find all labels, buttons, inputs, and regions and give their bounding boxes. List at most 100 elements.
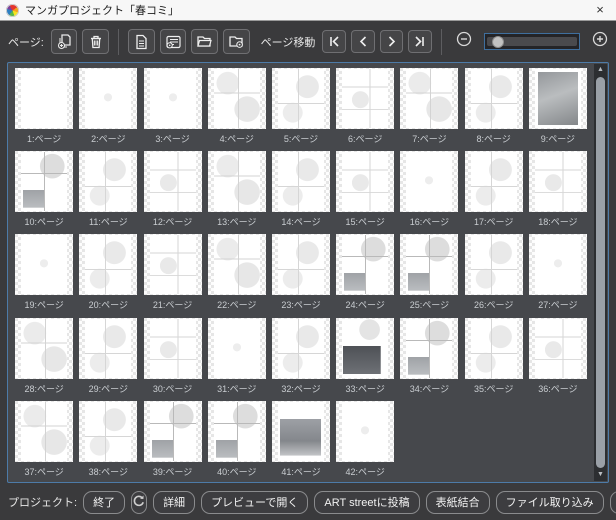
page-thumbnail-item[interactable]: 37:ページ (12, 400, 76, 479)
page-thumbnail-item[interactable]: 31:ページ (205, 317, 269, 396)
page-thumbnail-image[interactable] (207, 400, 266, 462)
scroll-down-icon[interactable]: ▼ (594, 469, 607, 481)
page-thumbnail-item[interactable]: 26:ページ (462, 234, 526, 312)
page-thumbnail-image[interactable] (207, 317, 266, 379)
page-thumbnail-image[interactable] (79, 151, 138, 213)
page-thumbnail-item[interactable]: 18:ページ (526, 151, 590, 229)
page-thumbnail-image[interactable] (400, 317, 459, 379)
page-thumbnail-image[interactable] (400, 68, 459, 129)
batch-export-button[interactable]: 一括書き出し (609, 490, 616, 514)
page-thumbnail-item[interactable]: 39:ページ (140, 400, 204, 479)
page-thumbnail-item[interactable]: 7:ページ (397, 68, 461, 146)
page-thumbnail-item[interactable]: 25:ページ (397, 234, 461, 312)
page-thumbnail-image[interactable] (15, 317, 74, 379)
page-thumbnail-image[interactable] (15, 234, 74, 296)
first-page-button[interactable] (322, 30, 347, 53)
page-thumbnail-image[interactable] (271, 68, 330, 129)
page-thumbnail-item[interactable]: 2:ページ (76, 68, 140, 146)
page-thumbnail-image[interactable] (400, 151, 459, 213)
page-thumbnail-item[interactable]: 14:ページ (269, 151, 333, 229)
page-thumbnail-item[interactable]: 23:ページ (269, 234, 333, 312)
delete-page-button[interactable] (82, 29, 110, 54)
vertical-scrollbar[interactable]: ▲ ▼ (594, 64, 607, 481)
refresh-button[interactable] (131, 490, 148, 514)
page-thumbnail-image[interactable] (336, 68, 395, 129)
page-thumbnail-image[interactable] (207, 68, 266, 129)
cover-join-button[interactable]: 表紙結合 (425, 490, 490, 514)
page-thumbnail-image[interactable] (207, 151, 266, 213)
page-thumbnail-image[interactable] (79, 68, 138, 129)
page-thumbnail-image[interactable] (271, 400, 330, 462)
page-thumbnail-item[interactable]: 24:ページ (333, 234, 397, 312)
add-page-button[interactable] (50, 29, 78, 54)
page-thumbnail-image[interactable] (336, 234, 395, 296)
thumbnail-zoom-slider[interactable] (483, 33, 581, 50)
page-thumbnail-item[interactable]: 5:ページ (269, 68, 333, 146)
page-thumbnail-item[interactable]: 17:ページ (462, 151, 526, 229)
page-thumbnail-image[interactable] (79, 317, 138, 379)
page-thumbnail-item[interactable]: 1:ページ (12, 68, 76, 146)
page-thumbnail-item[interactable]: 33:ページ (333, 317, 397, 396)
page-thumbnail-item[interactable]: 13:ページ (205, 151, 269, 229)
page-thumbnail-image[interactable] (336, 317, 395, 379)
page-thumbnail-image[interactable] (79, 400, 138, 462)
page-thumbnail-item[interactable]: 41:ページ (269, 400, 333, 479)
page-thumbnail-item[interactable]: 20:ページ (76, 234, 140, 312)
page-thumbnail-item[interactable]: 38:ページ (76, 400, 140, 479)
page-thumbnail-image[interactable] (79, 234, 138, 296)
scrollbar-thumb[interactable] (596, 77, 605, 468)
page-thumbnail-image[interactable] (143, 400, 202, 462)
page-thumbnail-item[interactable]: 32:ページ (269, 317, 333, 396)
folder-settings-button[interactable] (222, 29, 250, 54)
page-thumbnail-image[interactable] (528, 151, 587, 213)
page-thumbnail-item[interactable]: 40:ページ (205, 400, 269, 479)
page-thumbnail-image[interactable] (15, 400, 74, 462)
page-thumbnail-image[interactable] (464, 317, 523, 379)
close-window-button[interactable]: × (590, 1, 610, 19)
zoom-in-button[interactable] (591, 31, 608, 50)
page-thumbnail-item[interactable]: 4:ページ (205, 68, 269, 146)
file-import-button[interactable]: ファイル取り込み (495, 490, 604, 514)
page-thumbnail-item[interactable]: 42:ページ (333, 400, 397, 479)
page-thumbnail-item[interactable]: 11:ページ (76, 151, 140, 229)
page-thumbnail-item[interactable]: 29:ページ (76, 317, 140, 396)
page-thumbnail-image[interactable] (528, 234, 587, 296)
page-thumbnail-item[interactable]: 10:ページ (12, 151, 76, 229)
page-thumbnail-image[interactable] (464, 234, 523, 296)
page-thumbnail-image[interactable] (143, 68, 202, 129)
next-page-button[interactable] (379, 30, 404, 53)
detail-button[interactable]: 詳細 (153, 490, 196, 514)
page-thumbnail-item[interactable]: 6:ページ (333, 68, 397, 146)
page-thumbnail-image[interactable] (15, 151, 74, 213)
page-thumbnail-image[interactable] (143, 317, 202, 379)
page-thumbnail-item[interactable]: 35:ページ (462, 317, 526, 396)
quit-project-button[interactable]: 終了 (83, 490, 126, 514)
page-thumbnail-item[interactable]: 16:ページ (397, 151, 461, 229)
page-thumbnail-image[interactable] (464, 151, 523, 213)
page-thumbnail-item[interactable]: 19:ページ (12, 234, 76, 312)
last-page-button[interactable] (408, 30, 433, 53)
page-thumbnail-image[interactable] (207, 234, 266, 296)
scroll-up-icon[interactable]: ▲ (594, 64, 607, 76)
page-thumbnail-image[interactable] (271, 317, 330, 379)
page-thumbnail-item[interactable]: 36:ページ (526, 317, 590, 396)
page-thumbnail-item[interactable]: 30:ページ (140, 317, 204, 396)
page-thumbnail-item[interactable]: 27:ページ (526, 234, 590, 312)
page-thumbnail-item[interactable]: 28:ページ (12, 317, 76, 396)
artstreet-post-button[interactable]: ART streetに投稿 (314, 490, 420, 514)
page-thumbnail-item[interactable]: 8:ページ (462, 68, 526, 146)
page-thumbnail-item[interactable]: 9:ページ (526, 68, 590, 146)
page-thumbnail-item[interactable]: 15:ページ (333, 151, 397, 229)
page-thumbnail-image[interactable] (143, 151, 202, 213)
zoom-out-button[interactable] (456, 31, 473, 50)
page-thumbnail-image[interactable] (464, 68, 523, 129)
page-thumbnail-image[interactable] (400, 234, 459, 296)
page-thumbnail-image[interactable] (15, 68, 74, 129)
page-thumbnail-image[interactable] (528, 317, 587, 379)
page-thumbnail-image[interactable] (336, 151, 395, 213)
prev-page-button[interactable] (351, 30, 375, 53)
page-thumbnail-image[interactable] (336, 400, 395, 462)
page-thumbnail-image[interactable] (271, 234, 330, 296)
page-thumbnail-item[interactable]: 12:ページ (140, 151, 204, 229)
open-preview-button[interactable]: プレビューで開く (201, 490, 309, 514)
